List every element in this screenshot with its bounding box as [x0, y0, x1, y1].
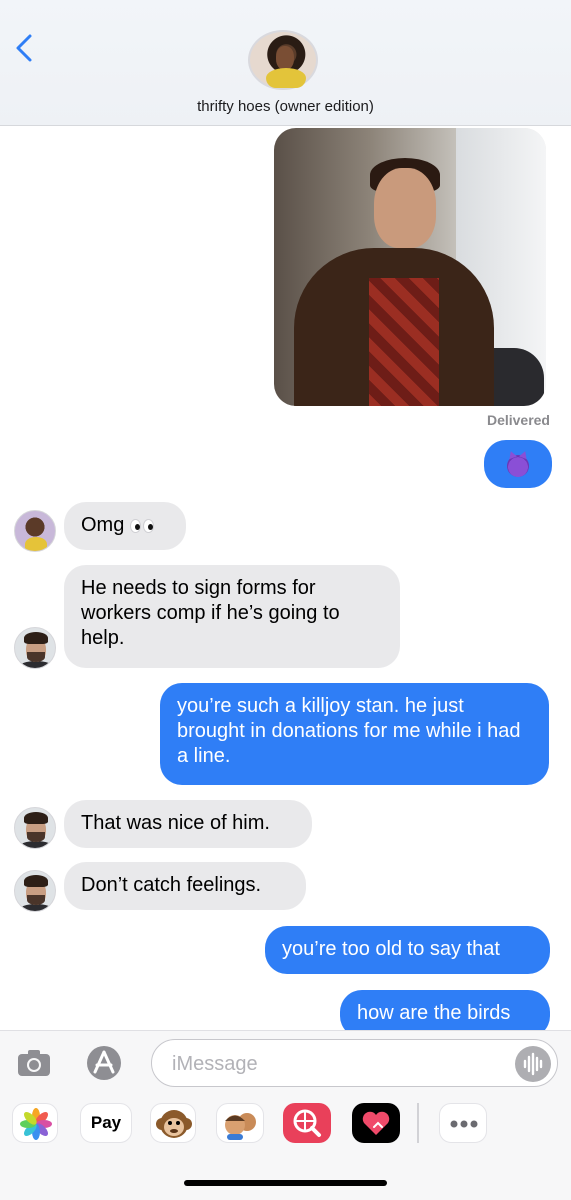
sent-message[interactable]: you’re too old to say that — [265, 926, 550, 974]
avatar-shirt — [266, 68, 306, 88]
photo-head — [374, 168, 436, 248]
message-input[interactable] — [172, 1050, 512, 1078]
received-message[interactable]: Omg — [64, 502, 186, 550]
photos-app-button[interactable] — [12, 1103, 58, 1143]
back-button[interactable] — [8, 30, 44, 66]
avatar-beard — [27, 652, 45, 662]
avatar[interactable] — [14, 807, 56, 849]
animoji-button[interactable] — [150, 1103, 196, 1143]
message-text: you’re too old to say that — [282, 938, 500, 960]
avatar-shirt — [25, 537, 47, 551]
memoji-button[interactable] — [216, 1103, 264, 1143]
avatar-hair — [24, 812, 48, 824]
ellipsis-icon — [450, 1120, 478, 1128]
message-text: He needs to sign forms for workers comp … — [81, 577, 340, 649]
monkey-icon — [156, 1110, 192, 1138]
message-text: you’re such a killjoy stan. he just brou… — [177, 695, 521, 767]
composer-bar: Pay — [0, 1030, 571, 1200]
received-message[interactable]: That was nice of him. — [64, 800, 312, 848]
group-avatar[interactable] — [248, 30, 318, 90]
memoji-stickers-icon — [225, 1113, 256, 1140]
avatar-face — [276, 46, 294, 70]
message-input-field[interactable] — [151, 1039, 558, 1087]
message-text: That was nice of him. — [81, 812, 270, 834]
app-store-button[interactable] — [82, 1043, 130, 1083]
photo-sweater — [369, 278, 439, 406]
received-message[interactable]: Don’t catch feelings. — [64, 862, 306, 910]
received-message[interactable]: He needs to sign forms for workers comp … — [64, 565, 400, 668]
sent-emoji-message[interactable] — [484, 440, 552, 488]
audio-message-button[interactable] — [515, 1046, 551, 1082]
conversation-header: thrifty hoes (owner edition) — [0, 0, 571, 126]
sent-message[interactable]: you’re such a killjoy stan. he just brou… — [160, 683, 549, 785]
smiling-devil-icon — [507, 454, 529, 477]
avatar-beard — [27, 895, 45, 905]
waveform-icon — [523, 1052, 543, 1076]
camera-icon — [18, 1050, 50, 1076]
photos-icon — [20, 1108, 52, 1140]
photo-message[interactable] — [274, 128, 546, 406]
imessage-app-drawer: Pay — [0, 1103, 571, 1147]
globe-search-icon — [293, 1109, 321, 1137]
avatar[interactable] — [14, 627, 56, 669]
app-drawer-divider — [417, 1103, 419, 1143]
conversation-title[interactable]: thrifty hoes (owner edition) — [0, 98, 571, 115]
avatar-body — [19, 661, 53, 668]
image-search-app-button[interactable] — [283, 1103, 331, 1143]
message-text: how are the birds — [357, 1002, 511, 1024]
apple-pay-label: Pay — [90, 1113, 122, 1132]
apple-pay-button[interactable]: Pay — [80, 1103, 132, 1143]
digital-touch-button[interactable] — [352, 1103, 400, 1143]
avatar[interactable] — [14, 870, 56, 912]
eyes-icon — [130, 518, 155, 533]
avatar-body — [19, 841, 53, 848]
home-indicator[interactable] — [184, 1180, 387, 1186]
avatar-hair — [24, 875, 48, 887]
camera-button[interactable] — [14, 1043, 54, 1083]
avatar-beard — [27, 832, 45, 842]
message-text: Don’t catch feelings. — [81, 874, 262, 896]
avatar-hair — [24, 632, 48, 644]
app-store-icon — [87, 1046, 121, 1080]
heart-touch-icon — [362, 1111, 390, 1135]
avatar[interactable] — [14, 510, 56, 552]
chevron-left-icon — [16, 34, 32, 62]
message-text: Omg — [81, 514, 125, 536]
more-apps-button[interactable] — [439, 1103, 487, 1143]
avatar-body — [19, 904, 53, 911]
delivered-status: Delivered — [486, 412, 550, 428]
